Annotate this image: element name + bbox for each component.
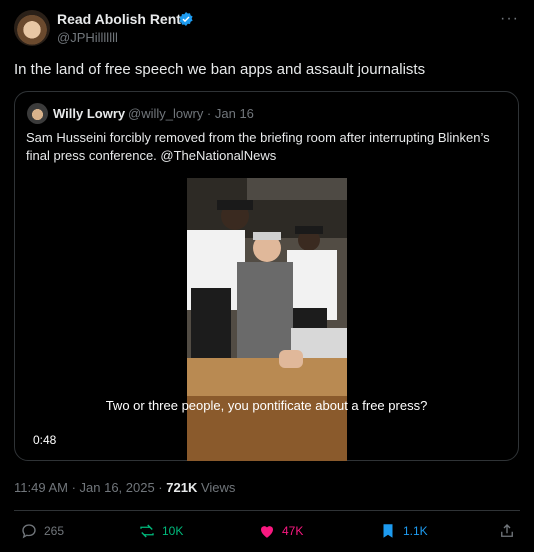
tweet-timestamp[interactable]: 11:49 AM · Jan 16, 2025 ·	[14, 480, 166, 495]
heart-icon	[261, 526, 273, 538]
divider	[14, 510, 520, 511]
author-handle[interactable]: @JPHilllllll	[57, 30, 118, 45]
share-icon	[501, 524, 513, 537]
repost-button[interactable]: 10K	[138, 520, 183, 542]
view-count: 721K	[166, 480, 198, 495]
quoted-tweet-text: Sam Husseini forcibly removed from the b…	[26, 130, 490, 163]
tweet-text: In the land of free speech we ban apps a…	[14, 61, 426, 78]
tweet-meta: 11:49 AM · Jan 16, 2025 · 721K Views	[14, 480, 235, 495]
author-avatar[interactable]	[14, 10, 50, 46]
repost-count: 10K	[162, 524, 184, 538]
views-label: Views	[197, 480, 236, 495]
quoted-author-name[interactable]: Willy Lowry	[53, 106, 125, 121]
like-count: 47K	[282, 524, 304, 538]
verified-badge-icon	[179, 12, 193, 26]
video-duration: 0:48	[33, 433, 57, 447]
video-frame	[187, 178, 347, 461]
bookmark-icon	[383, 524, 393, 538]
reply-button[interactable]: 265	[20, 520, 64, 542]
bookmark-button[interactable]: 1.1K	[379, 520, 428, 542]
video-caption: Two or three people, you pontificate abo…	[105, 398, 428, 413]
quoted-author-avatar[interactable]	[27, 103, 48, 124]
reply-icon	[22, 524, 36, 539]
reply-count: 265	[44, 524, 65, 538]
bookmark-count: 1.1K	[403, 524, 428, 538]
share-button[interactable]	[498, 520, 516, 542]
quoted-author-handle-date: @willy_lowry · Jan 16	[128, 106, 254, 121]
like-button[interactable]: 47K	[258, 520, 303, 542]
more-options-icon[interactable]: ···	[500, 10, 519, 28]
repost-icon	[140, 524, 154, 538]
author-display-name[interactable]: Read Abolish Rent	[57, 11, 181, 27]
video-player[interactable]	[187, 178, 347, 461]
